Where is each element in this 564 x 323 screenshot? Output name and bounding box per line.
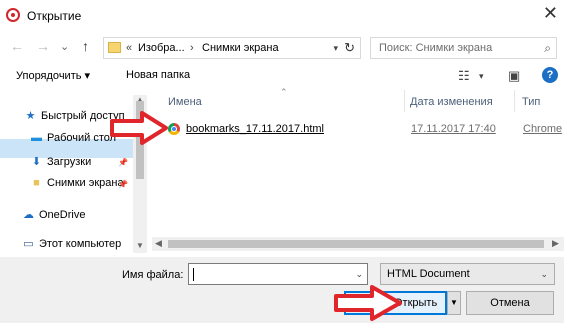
scroll-left-icon[interactable]: ◀ — [155, 238, 162, 249]
view-options-icon[interactable]: ☷ — [458, 68, 470, 84]
annotation-arrow-icon — [334, 285, 402, 321]
breadcrumb-screenshots[interactable]: Снимки экрана — [202, 42, 279, 54]
download-icon: ⬇ — [31, 156, 42, 168]
sidebar-item-label: Этот компьютер — [39, 238, 122, 250]
scroll-down-icon[interactable]: ▼ — [136, 241, 144, 250]
scroll-thumb[interactable] — [168, 240, 544, 248]
navigation-bar: ← → ⌄ ↑ « Изобра... › Снимки экрана ▾ ↻ … — [0, 30, 564, 62]
sidebar-item-label: Загрузки — [47, 156, 92, 168]
pin-icon[interactable]: 📌 — [118, 180, 128, 189]
search-input[interactable]: Поиск: Снимки экрана — [379, 42, 492, 54]
title-bar: Открытие ✕ — [0, 0, 564, 30]
column-header-date[interactable]: Дата изменения — [410, 96, 493, 108]
breadcrumb-separator[interactable]: › — [190, 42, 194, 54]
sidebar-item-this-pc[interactable]: ▭ Этот компьютер — [22, 237, 121, 255]
help-button[interactable]: ? — [542, 67, 558, 83]
file-name[interactable]: bookmarks_17.11.2017.html — [186, 123, 324, 135]
forward-button[interactable]: → — [36, 38, 50, 54]
recent-locations-button[interactable]: ⌄ — [60, 40, 69, 53]
filename-field[interactable]: ⌄ — [188, 263, 368, 285]
cancel-button-label: Отмена — [490, 297, 530, 309]
new-folder-button[interactable]: Новая папка — [126, 69, 190, 81]
filetype-select[interactable]: HTML Document ⌄ — [380, 263, 555, 285]
cancel-button[interactable]: Отмена — [466, 291, 554, 315]
column-header-type[interactable]: Тип — [522, 96, 540, 108]
preview-pane-icon[interactable]: ▣ — [508, 68, 520, 84]
filename-label: Имя файла: — [122, 269, 184, 281]
folder-icon: ■ — [33, 177, 40, 189]
column-header-name[interactable]: Имена — [168, 96, 202, 108]
chevron-down-icon[interactable]: ⌄ — [540, 269, 548, 280]
annotation-arrow-icon — [110, 111, 168, 145]
filetype-value: HTML Document — [387, 268, 470, 280]
command-bar: Упорядочить ▾ Новая папка ☷ ▾ ▣ ? — [0, 62, 564, 90]
file-date: 17.11.2017 17:40 — [411, 123, 496, 135]
chevron-down-icon[interactable]: ⌄ — [355, 269, 363, 280]
chevron-down-icon[interactable]: ▾ — [333, 43, 338, 54]
desktop-icon: ▬ — [31, 132, 42, 144]
sidebar-item-desktop[interactable]: ▬ Рабочий стол — [30, 132, 116, 150]
search-box[interactable]: Поиск: Снимки экрана ⌕ — [370, 37, 557, 59]
up-button[interactable]: ↑ — [82, 38, 89, 54]
scroll-right-icon[interactable]: ▶ — [552, 238, 559, 249]
address-overflow[interactable]: « — [126, 42, 132, 54]
column-divider[interactable] — [514, 90, 515, 112]
file-list: ⌃ Имена Дата изменения Тип bookmarks_17.… — [152, 87, 564, 253]
cloud-icon: ☁ — [23, 209, 34, 221]
sidebar-item-downloads[interactable]: ⬇ Загрузки — [30, 155, 91, 173]
back-button[interactable]: ← — [10, 38, 24, 54]
computer-icon: ▭ — [23, 238, 34, 250]
pin-icon[interactable]: 📌 — [118, 158, 128, 167]
star-icon: ★ — [25, 110, 36, 122]
search-icon[interactable]: ⌕ — [544, 41, 551, 56]
column-divider[interactable] — [404, 90, 405, 112]
sort-ascending-icon: ⌃ — [280, 87, 288, 97]
sidebar-item-label: OneDrive — [39, 209, 86, 221]
sidebar-item-screenshots[interactable]: ■ Снимки экрана — [30, 177, 124, 195]
refresh-icon[interactable]: ↻ — [344, 40, 355, 56]
sidebar-item-label: Рабочий стол — [47, 132, 117, 144]
chevron-down-icon[interactable]: ▾ — [479, 71, 484, 82]
file-type: Chrome — [523, 123, 563, 135]
text-caret — [193, 268, 194, 281]
window-title: Открытие — [27, 9, 82, 23]
address-bar[interactable]: « Изобра... › Снимки экрана ▾ ↻ — [103, 37, 361, 59]
open-dropdown-button[interactable]: ▼ — [447, 291, 461, 315]
organize-button[interactable]: Упорядочить ▾ — [16, 69, 90, 82]
opera-icon — [6, 8, 20, 22]
folder-icon — [108, 42, 121, 53]
sidebar-item-onedrive[interactable]: ☁ OneDrive — [22, 208, 85, 226]
dialog-footer: Имя файла: ⌄ HTML Document ⌄ Открыть ▼ О… — [0, 257, 564, 323]
file-row[interactable]: bookmarks_17.11.2017.html 17.11.2017 17:… — [162, 120, 562, 138]
close-button[interactable]: ✕ — [543, 3, 558, 24]
breadcrumb-pictures[interactable]: Изобра... — [138, 42, 185, 54]
horizontal-scrollbar[interactable]: ◀ ▶ — [152, 237, 564, 251]
sidebar-item-label: Снимки экрана — [47, 177, 124, 189]
